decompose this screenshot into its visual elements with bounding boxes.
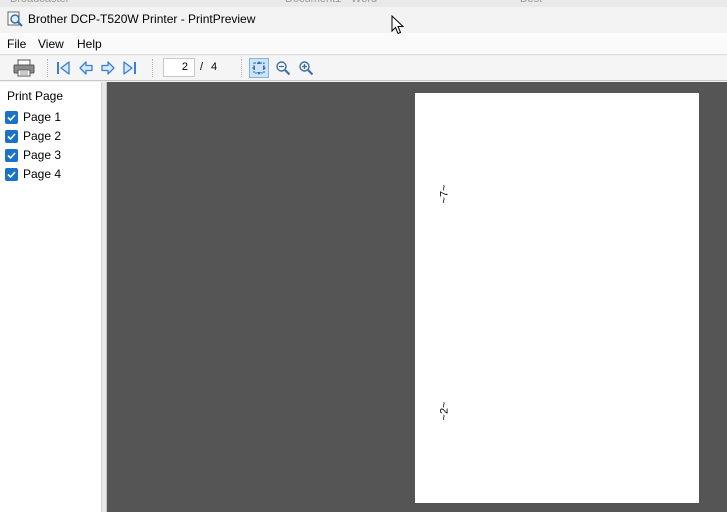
zoom-out-button[interactable]: [273, 58, 293, 78]
page-label: Page 4: [23, 167, 62, 181]
first-page-button[interactable]: [53, 58, 73, 78]
page-number-mark: ~2~: [438, 401, 451, 421]
print-preview-app-icon: [7, 11, 23, 27]
page-label: Page 1: [23, 110, 62, 124]
fit-page-icon: [251, 60, 267, 76]
last-page-icon: [122, 60, 138, 76]
menu-help[interactable]: Help: [77, 37, 102, 51]
page-checkbox-row-4[interactable]: Page 4: [5, 166, 61, 182]
next-page-button[interactable]: [98, 58, 118, 78]
zoom-in-button[interactable]: [296, 58, 316, 78]
arrow-left-icon: [78, 60, 94, 76]
title-bar: Brother DCP-T520W Printer - PrintPreview: [0, 7, 727, 33]
mouse-cursor-icon: [391, 14, 405, 38]
zoom-out-icon: [275, 60, 291, 76]
last-page-button[interactable]: [120, 58, 140, 78]
checkbox-checked-icon[interactable]: [5, 110, 18, 124]
page-number-mark: ~7~: [438, 184, 451, 204]
printer-icon: [13, 59, 35, 77]
checkbox-checked-icon[interactable]: [5, 148, 18, 162]
checkbox-checked-icon[interactable]: [5, 167, 18, 181]
toolbar-separator: [47, 59, 48, 77]
first-page-icon: [55, 60, 71, 76]
background-window-strip: Broadcaster Document1 - Word Best: [0, 0, 727, 7]
window-title: Brother DCP-T520W Printer - PrintPreview: [28, 12, 256, 26]
page-checkbox-row-1[interactable]: Page 1: [5, 109, 61, 125]
page-separator: /: [200, 61, 204, 73]
page-checkbox-row-3[interactable]: Page 3: [5, 147, 61, 163]
arrow-right-icon: [100, 60, 116, 76]
menu-file[interactable]: File: [7, 37, 26, 51]
current-page-input[interactable]: 2: [163, 58, 195, 77]
page-label: Page 2: [23, 129, 62, 143]
menu-view[interactable]: View: [38, 37, 64, 51]
panel-title: Print Page: [7, 89, 64, 103]
toolbar: 2 / 4: [0, 56, 727, 81]
toolbar-separator: [152, 59, 153, 77]
page-checkbox-row-2[interactable]: Page 2: [5, 128, 61, 144]
preview-area[interactable]: ~7~ ~2~: [107, 82, 727, 512]
fit-page-button[interactable]: [249, 58, 269, 78]
zoom-in-icon: [298, 60, 314, 76]
total-pages: 4: [211, 61, 218, 73]
page-label: Page 3: [23, 148, 62, 162]
checkbox-checked-icon[interactable]: [5, 129, 18, 143]
page-selection-panel: Print Page Page 1 Page 2 Page 3 Page 4: [0, 82, 102, 512]
previous-page-button[interactable]: [76, 58, 96, 78]
toolbar-separator: [241, 59, 242, 77]
menu-bar: File View Help: [0, 33, 727, 55]
print-button[interactable]: [12, 58, 36, 78]
preview-page: ~7~ ~2~: [415, 93, 699, 503]
